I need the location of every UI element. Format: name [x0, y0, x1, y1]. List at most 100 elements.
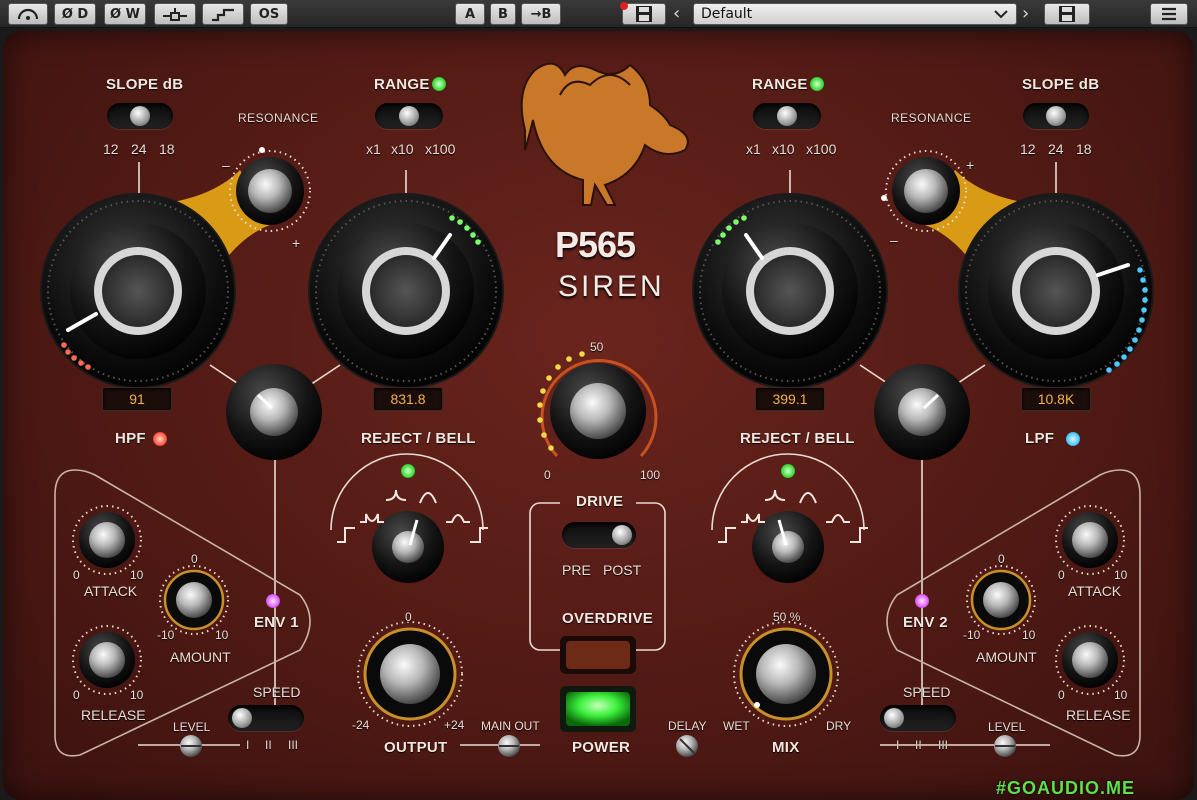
mix-knob[interactable] [733, 621, 839, 727]
product-name: SIREN [558, 270, 665, 303]
right-range-x100: x100 [806, 141, 837, 157]
output-label: OUTPUT [384, 739, 448, 756]
env1-speed-iii: III [288, 738, 299, 752]
env1-release-knob[interactable] [72, 625, 142, 695]
left-env-depth-knob[interactable] [226, 364, 322, 460]
env2-amount-knob[interactable] [966, 565, 1036, 635]
env1-speed-switch[interactable] [228, 705, 304, 731]
right-range-title: RANGE [752, 76, 808, 93]
left-res-minus: – [222, 157, 230, 173]
right-slope-12: 12 [1020, 141, 1036, 157]
env2-level-trim[interactable] [994, 735, 1016, 757]
drive-50-label: 50 [590, 340, 604, 354]
right-range-led[interactable] [810, 77, 824, 91]
output-0-label: 0 [405, 610, 412, 624]
drive-knob[interactable] [537, 351, 658, 459]
right-slope-title: SLOPE dB [1022, 76, 1100, 93]
hpf-led[interactable] [153, 432, 167, 446]
lpf-dial[interactable] [958, 193, 1154, 389]
env1-level-trim[interactable] [180, 735, 202, 757]
hpf-readout[interactable]: 91 [102, 387, 172, 411]
left-range-switch[interactable] [375, 103, 443, 129]
right-slope-switch[interactable] [1023, 103, 1089, 129]
env1-level-label: LEVEL [173, 720, 211, 734]
env1-speed-label: SPEED [253, 684, 301, 700]
env1-amount-knob[interactable] [159, 565, 229, 635]
env2-release-knob[interactable] [1055, 625, 1125, 695]
output-max-label: +24 [444, 718, 465, 732]
left-bell-readout[interactable]: 831.8 [373, 387, 443, 411]
right-reject-bell-label: REJECT / BELL [740, 430, 855, 447]
power-label: POWER [572, 739, 631, 756]
left-reject-bell-label: REJECT / BELL [361, 430, 476, 447]
lpf-led[interactable] [1066, 432, 1080, 446]
right-range-x10: x10 [772, 141, 795, 157]
left-resonance-knob[interactable] [229, 147, 311, 232]
env1-attack-10: 10 [130, 568, 144, 582]
right-env-depth-knob[interactable] [874, 364, 970, 460]
pre-post-switch[interactable] [562, 522, 636, 548]
left-slope-24: 24 [131, 141, 147, 157]
left-range-x100: x100 [425, 141, 456, 157]
output-min-label: -24 [352, 718, 370, 732]
env2-speed-switch[interactable] [880, 705, 956, 731]
env2-amount-0: 0 [998, 552, 1005, 566]
env2-led[interactable] [915, 594, 929, 608]
env2-attack-label: ATTACK [1068, 583, 1122, 599]
right-res-minus: – [890, 232, 898, 248]
env2-speed-ii: II [915, 738, 922, 752]
left-range-switch-knob [399, 106, 419, 126]
overdrive-lamp [566, 641, 630, 669]
right-range-switch[interactable] [753, 103, 821, 129]
siren-logo-icon [520, 62, 689, 206]
env1-speed-i: I [246, 738, 250, 752]
hpf-dial[interactable] [40, 193, 236, 389]
right-res-plus: + [966, 157, 975, 173]
env1-amount-0: 0 [191, 552, 198, 566]
hpf-label: HPF [115, 430, 146, 447]
env2-amount-m10: -10 [963, 628, 981, 642]
env1-amount-10: 10 [215, 628, 229, 642]
left-slope-title: SLOPE dB [106, 76, 184, 93]
env2-label: ENV 2 [903, 614, 948, 631]
env1-led[interactable] [266, 594, 280, 608]
env2-amount-10: 10 [1022, 628, 1036, 642]
env2-speed-switch-knob [884, 708, 904, 728]
left-range-title: RANGE [374, 76, 430, 93]
env2-speed-label: SPEED [903, 684, 951, 700]
model-title: P565 [555, 224, 636, 265]
env2-attack-10: 10 [1114, 568, 1128, 582]
drive-0-label: 0 [544, 468, 551, 482]
mix-label: MIX [772, 739, 800, 756]
lpf-readout[interactable]: 10.8K [1021, 387, 1091, 411]
drive-label: DRIVE [576, 493, 624, 510]
env2-attack-knob[interactable] [1055, 505, 1125, 575]
output-knob[interactable] [357, 621, 463, 727]
left-slope-switch[interactable] [107, 103, 173, 129]
env2-level-label: LEVEL [988, 720, 1026, 734]
env1-attack-label: ATTACK [84, 583, 138, 599]
left-range-led[interactable] [432, 77, 446, 91]
env2-release-10: 10 [1114, 688, 1128, 702]
left-slope-switch-knob [130, 106, 150, 126]
right-bell-dial[interactable] [692, 193, 888, 389]
left-reject-bell-led[interactable] [401, 464, 415, 478]
power-lamp [566, 692, 630, 726]
right-range-x1: x1 [746, 141, 761, 157]
main-out-trim[interactable] [498, 735, 520, 757]
delay-label: DELAY [668, 719, 707, 733]
pre-label: PRE [562, 562, 591, 578]
env1-attack-knob[interactable] [72, 505, 142, 575]
right-reject-bell-led[interactable] [781, 464, 795, 478]
left-bell-dial[interactable] [308, 193, 504, 389]
right-bell-readout[interactable]: 399.1 [755, 387, 825, 411]
env2-attack-0: 0 [1058, 568, 1065, 582]
lpf-label: LPF [1025, 430, 1055, 447]
env2-amount-label: AMOUNT [976, 649, 1037, 665]
env1-release-10: 10 [130, 688, 144, 702]
delay-trim[interactable] [676, 735, 698, 757]
knob-artwork [40, 62, 1154, 757]
left-range-x1: x1 [366, 141, 381, 157]
left-res-plus: + [292, 235, 301, 251]
mix-pct-label: 50 % [773, 610, 801, 624]
